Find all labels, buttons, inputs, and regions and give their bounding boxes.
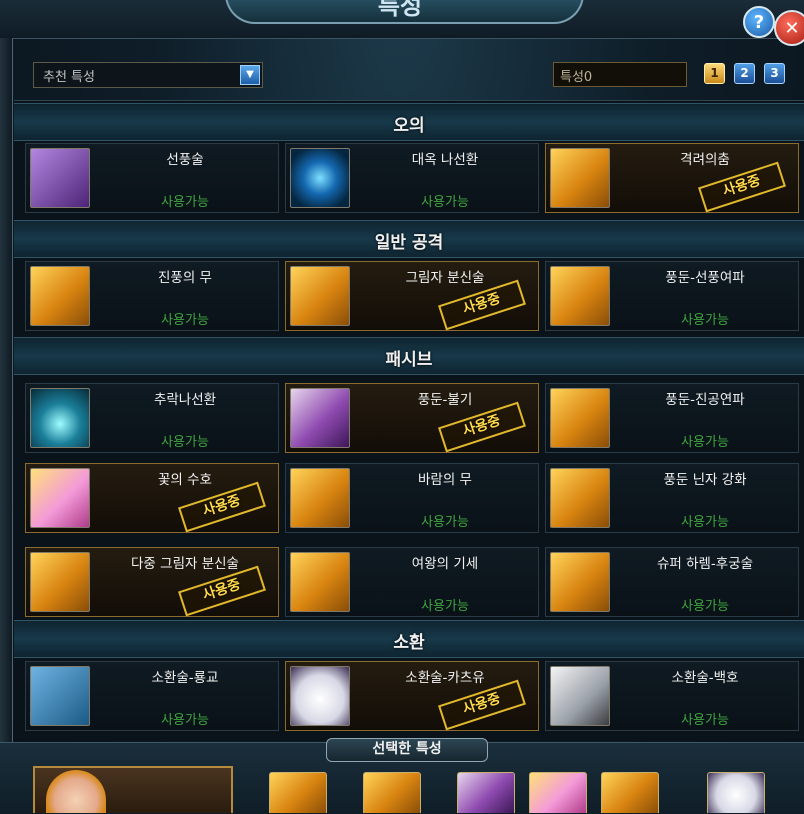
skill-card[interactable]: 소환술-백호 사용가능 <box>545 661 799 731</box>
tornado-icon <box>30 148 90 208</box>
window-title: 특성 <box>377 0 423 20</box>
in-use-stamp: 사용중 <box>698 161 786 213</box>
harem-icon <box>550 552 610 612</box>
wind-swirl-icon <box>30 266 90 326</box>
skill-card[interactable]: 진풍의 무 사용가능 <box>25 261 279 331</box>
page-button-2[interactable]: 2 <box>734 63 755 84</box>
skill-status: 사용가능 <box>421 599 469 614</box>
skill-status: 사용가능 <box>681 599 729 614</box>
in-use-stamp: 사용중 <box>438 401 526 453</box>
in-use-stamp: 사용중 <box>178 481 266 533</box>
skill-card[interactable]: 풍둔-진공연파 사용가능 <box>545 383 799 453</box>
skill-card[interactable]: 선풍술 사용가능 <box>25 143 279 213</box>
skill-status: 사용가능 <box>681 313 729 328</box>
skill-card[interactable]: 소환술-룡교 사용가능 <box>25 661 279 731</box>
left-frame-border <box>0 38 13 813</box>
skill-status: 사용가능 <box>161 195 209 210</box>
skill-status: 사용가능 <box>681 435 729 450</box>
skill-status: 사용가능 <box>681 515 729 530</box>
trait-name-field[interactable]: 특성0 <box>553 62 687 87</box>
slug-icon[interactable] <box>707 772 765 813</box>
skill-card[interactable]: 추락나선환 사용가능 <box>25 383 279 453</box>
queen-icon <box>290 552 350 612</box>
white-tiger-icon <box>550 666 610 726</box>
skill-name: 풍둔 닌자 강화 <box>663 472 747 488</box>
dancer-icon <box>550 148 610 208</box>
falling-spiral-icon <box>30 388 90 448</box>
section-title: 오의 <box>393 116 425 136</box>
skill-card[interactable]: 바람의 무 사용가능 <box>285 463 539 533</box>
skill-name: 추락나선환 <box>153 392 217 408</box>
skill-status: 사용가능 <box>421 515 469 530</box>
wind-kanji-icon <box>550 468 610 528</box>
dragon-icon <box>30 666 90 726</box>
skill-name: 선풍술 <box>166 152 204 168</box>
skill-name: 풍둔-선풍여파 <box>665 270 745 286</box>
skill-card[interactable]: 대옥 나선환 사용가능 <box>285 143 539 213</box>
skill-card[interactable]: 풍둔 닌자 강화 사용가능 <box>545 463 799 533</box>
skill-name: 대옥 나선환 <box>411 152 479 168</box>
preset-select[interactable]: 추천 특성 ▼ <box>33 62 263 88</box>
skill-name: 풍둔-진공연파 <box>665 392 745 408</box>
selected-traits-title: 선택한 특성 <box>326 738 488 762</box>
flower-guard-icon <box>30 468 90 528</box>
skill-card[interactable]: 풍둔-불기 사용중 <box>285 383 539 453</box>
in-use-stamp: 사용중 <box>438 679 526 731</box>
section-title: 패시브 <box>385 350 433 370</box>
scroll-icon <box>290 468 350 528</box>
skill-card[interactable]: 소환술-카츠유 사용중 <box>285 661 539 731</box>
multi-clone-icon[interactable] <box>601 772 659 813</box>
slug-icon <box>290 666 350 726</box>
skill-name: 슈퍼 하렘-후궁술 <box>656 556 754 572</box>
section-header-summon: 소환 <box>14 620 804 658</box>
section-title: 소환 <box>393 633 425 653</box>
shadow-clone-icon <box>290 266 350 326</box>
section-header-normal-attack: 일반 공격 <box>14 220 804 258</box>
dancer-icon[interactable] <box>269 772 327 813</box>
shadow-clone-icon[interactable] <box>363 772 421 813</box>
skill-status: 사용가능 <box>161 435 209 450</box>
spiral-orb-icon <box>290 148 350 208</box>
in-use-stamp: 사용중 <box>438 279 526 331</box>
skill-name: 진풍의 무 <box>158 270 212 286</box>
skill-card[interactable]: 그림자 분신술 사용중 <box>285 261 539 331</box>
skill-card[interactable]: 여왕의 기세 사용가능 <box>285 547 539 617</box>
page-button-3[interactable]: 3 <box>764 63 785 84</box>
page-button-1[interactable]: 1 <box>704 63 725 84</box>
section-header-passive: 패시브 <box>14 337 804 375</box>
skill-name: 바람의 무 <box>418 472 472 488</box>
help-button[interactable]: ? <box>743 6 775 38</box>
trait-window: 특성 ? ✕ 추천 특성 ▼ 특성0 1 2 3 오의 선풍술 사용가능 대옥 … <box>0 0 804 814</box>
skill-card[interactable]: 슈퍼 하렘-후궁술 사용가능 <box>545 547 799 617</box>
fan-icon <box>290 388 350 448</box>
skill-name: 소환술-백호 <box>671 670 739 686</box>
skill-status: 사용가능 <box>161 713 209 728</box>
skill-status: 사용가능 <box>421 195 469 210</box>
skill-status: 사용가능 <box>161 313 209 328</box>
flower-guard-icon[interactable] <box>529 772 587 813</box>
skill-card[interactable]: 풍둔-선풍여파 사용가능 <box>545 261 799 331</box>
multi-clone-icon <box>30 552 90 612</box>
flame-wave-icon <box>550 266 610 326</box>
skill-card[interactable]: 격려의춤 사용중 <box>545 143 799 213</box>
skill-card[interactable]: 꽃의 수호 사용중 <box>25 463 279 533</box>
fan-icon[interactable] <box>457 772 515 813</box>
close-button[interactable]: ✕ <box>774 10 804 46</box>
skill-status: 사용가능 <box>681 713 729 728</box>
skill-name: 여왕의 기세 <box>411 556 479 572</box>
preset-select-value: 추천 특성 <box>43 70 95 85</box>
vacuum-wave-icon <box>550 388 610 448</box>
skill-name: 소환술-룡교 <box>151 670 219 686</box>
section-title: 일반 공격 <box>374 233 444 253</box>
chevron-down-icon[interactable]: ▼ <box>240 65 260 85</box>
section-header-ougi: 오의 <box>14 103 804 141</box>
in-use-stamp: 사용중 <box>178 565 266 617</box>
skill-card[interactable]: 다중 그림자 분신술 사용중 <box>25 547 279 617</box>
